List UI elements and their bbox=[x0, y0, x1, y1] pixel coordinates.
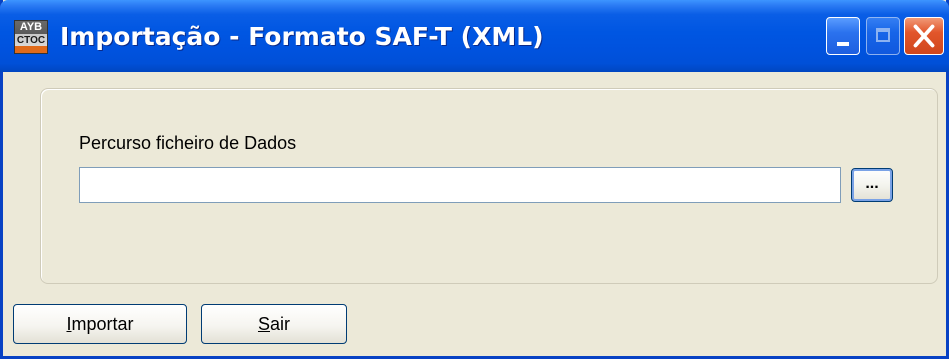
data-file-path-input[interactable] bbox=[79, 167, 841, 203]
path-field-label: Percurso ficheiro de Dados bbox=[79, 133, 297, 153]
exit-button-label: air bbox=[270, 314, 291, 334]
minimize-button[interactable] bbox=[826, 17, 860, 55]
minimize-icon bbox=[837, 42, 849, 46]
app-logo-text-bottom: CTOC bbox=[16, 35, 46, 46]
window-title: Importação - Formato SAF-T (XML) bbox=[60, 22, 544, 51]
exit-button-mnemonic: S bbox=[257, 314, 270, 334]
close-icon bbox=[913, 24, 935, 48]
maximize-button bbox=[866, 17, 900, 55]
maximize-icon bbox=[876, 28, 890, 42]
app-logo-text-top: AYB bbox=[19, 21, 43, 33]
close-button[interactable] bbox=[904, 17, 944, 55]
app-logo-icon[interactable]: AYB CTOC bbox=[14, 20, 48, 54]
title-bar[interactable]: AYB CTOC Importação - Formato SAF-T (XML… bbox=[0, 0, 949, 72]
browse-button[interactable]: ... bbox=[851, 168, 893, 202]
exit-button[interactable]: Sair bbox=[201, 304, 347, 344]
import-button[interactable]: Importar bbox=[13, 304, 187, 344]
dialog-window: AYB CTOC Importação - Formato SAF-T (XML… bbox=[0, 0, 949, 359]
import-button-label: mportar bbox=[71, 314, 134, 334]
